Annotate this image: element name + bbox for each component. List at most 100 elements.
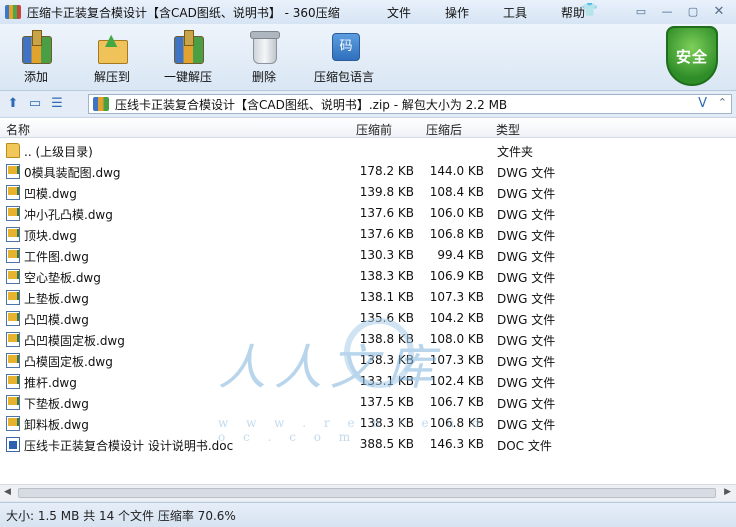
file-type: DWG 文件 (497, 355, 556, 369)
file-row[interactable]: 0模具装配图.dwg 178.2 KB 144.0 KB DWG 文件 (0, 161, 736, 182)
app-icon (5, 5, 21, 19)
title-bar: 压缩卡正装复合模设计【含CAD图纸、说明书】 - 360压缩 文件 操作 工具 … (0, 0, 736, 24)
file-type: DWG 文件 (497, 271, 556, 285)
extract-to-button[interactable]: 解压到 (76, 24, 148, 90)
language-label: 压缩包语言 (313, 70, 374, 84)
dwg-file-icon (6, 185, 20, 200)
file-name: 推杆.dwg (24, 376, 77, 390)
language-button[interactable]: 压缩包语言 (304, 24, 384, 90)
skin-icon[interactable]: 👕 (580, 3, 600, 21)
file-type: DWG 文件 (497, 313, 556, 327)
file-size-before: 138.3 KB (359, 269, 414, 283)
chevron-up-icon[interactable]: ⌃ (718, 96, 727, 109)
file-row[interactable]: .. (上级目录) 文件夹 (0, 140, 736, 161)
language-icon (326, 30, 362, 64)
file-row[interactable]: 空心垫板.dwg 138.3 KB 106.9 KB DWG 文件 (0, 266, 736, 287)
file-size-after: 99.4 KB (437, 248, 484, 262)
add-button[interactable]: 添加 (0, 24, 72, 90)
dwg-file-icon (6, 374, 20, 389)
extract-to-label: 解压到 (93, 70, 130, 84)
file-size-after: 104.2 KB (429, 311, 484, 325)
security-shield-icon[interactable]: 安全 (666, 26, 718, 86)
file-size-before: 133.1 KB (359, 374, 414, 388)
file-row[interactable]: 卸料板.dwg 138.3 KB 106.8 KB DWG 文件 (0, 413, 736, 434)
file-row[interactable]: 工件图.dwg 130.3 KB 99.4 KB DWG 文件 (0, 245, 736, 266)
horizontal-scrollbar[interactable]: ◀ ▶ (0, 484, 736, 501)
file-type: DWG 文件 (497, 229, 556, 243)
file-row[interactable]: 凸凹模.dwg 135.6 KB 104.2 KB DWG 文件 (0, 308, 736, 329)
file-row[interactable]: 冲小孔凸模.dwg 137.6 KB 106.0 KB DWG 文件 (0, 203, 736, 224)
file-name: 卸料板.dwg (24, 418, 89, 432)
file-row[interactable]: 上垫板.dwg 138.1 KB 107.3 KB DWG 文件 (0, 287, 736, 308)
file-size-before: 138.3 KB (359, 416, 414, 430)
dwg-file-icon (6, 248, 20, 263)
file-size-after: 108.0 KB (429, 332, 484, 346)
scroll-right-icon[interactable]: ▶ (724, 487, 731, 497)
file-row[interactable]: 压线卡正装复合模设计 设计说明书.doc 388.5 KB 146.3 KB DOC … (0, 434, 736, 455)
file-size-after: 107.3 KB (429, 353, 484, 367)
column-type[interactable]: 类型 (496, 121, 520, 138)
file-size-after: 108.4 KB (429, 185, 484, 199)
file-name: 冲小孔凸模.dwg (24, 208, 113, 222)
file-size-after: 146.3 KB (429, 437, 484, 451)
dwg-file-icon (6, 416, 20, 431)
file-type: DWG 文件 (497, 376, 556, 390)
dwg-file-icon (6, 269, 20, 284)
menu-file[interactable]: 文件 (383, 4, 415, 21)
file-size-after: 102.4 KB (429, 374, 484, 388)
close-button[interactable]: ✕ (708, 2, 730, 20)
list-view-icon[interactable]: ☰ (48, 95, 66, 113)
file-name: 凸模固定板.dwg (24, 355, 113, 369)
file-type: DWG 文件 (497, 166, 556, 180)
address-field[interactable]: 压线卡正装复合模设计【含CAD图纸、说明书】.zip - 解包大小为 2.2 M… (88, 94, 732, 114)
window-controls: ▭ — ▢ ✕ (630, 2, 730, 20)
scroll-left-icon[interactable]: ◀ (4, 487, 11, 497)
menu-bar: 文件 操作 工具 帮助 (383, 4, 589, 21)
scroll-thumb[interactable] (18, 488, 716, 498)
one-click-extract-label: 一键解压 (163, 70, 212, 84)
minimize-button[interactable]: — (656, 2, 678, 20)
up-arrow-icon[interactable]: ⬆ (4, 95, 22, 113)
file-row[interactable]: 凸模固定板.dwg 138.3 KB 107.3 KB DWG 文件 (0, 350, 736, 371)
dwg-file-icon (6, 311, 20, 326)
address-text: 压线卡正装复合模设计【含CAD图纸、说明书】.zip - 解包大小为 2.2 M… (115, 97, 508, 112)
column-compressed-before[interactable]: 压缩前 (356, 121, 392, 138)
file-type: DWG 文件 (497, 397, 556, 411)
file-name: 凸凹模.dwg (24, 313, 89, 327)
file-row[interactable]: 顶块.dwg 137.6 KB 106.8 KB DWG 文件 (0, 224, 736, 245)
file-row[interactable]: 凸凹模固定板.dwg 138.8 KB 108.0 KB DWG 文件 (0, 329, 736, 350)
file-size-before: 138.8 KB (359, 332, 414, 346)
file-row[interactable]: 推杆.dwg 133.1 KB 102.4 KB DWG 文件 (0, 371, 736, 392)
file-row[interactable]: 凹模.dwg 139.8 KB 108.4 KB DWG 文件 (0, 182, 736, 203)
list-header: 名称 压缩前 压缩后 类型 (0, 118, 736, 138)
toolbar: 添加 解压到 一键解压 删除 压缩包语言 (0, 24, 736, 90)
delete-label: 删除 (251, 70, 276, 84)
one-click-extract-button[interactable]: 一键解压 (152, 24, 224, 90)
view-icon[interactable]: ▭ (26, 95, 44, 113)
file-row[interactable]: 下垫板.dwg 137.5 KB 106.7 KB DWG 文件 (0, 392, 736, 413)
column-name[interactable]: 名称 (6, 121, 30, 138)
security-badge: 安全 (666, 26, 718, 86)
status-bar: 大小: 1.5 MB 共 14 个文件 压缩率 70.6% (0, 502, 736, 527)
file-type: DWG 文件 (497, 292, 556, 306)
column-compressed-after[interactable]: 压缩后 (426, 121, 462, 138)
file-list: 名称 压缩前 压缩后 类型 .. (上级目录) 文件夹 0模具装配图.dwg 178.… (0, 117, 736, 484)
file-size-before: 135.6 KB (359, 311, 414, 325)
delete-icon (246, 30, 282, 64)
delete-button[interactable]: 删除 (228, 24, 300, 90)
address-dropdown-icon[interactable]: V (698, 96, 707, 111)
file-name: 凸凹模固定板.dwg (24, 334, 125, 348)
file-type: 文件夹 (497, 145, 534, 159)
file-size-before: 137.5 KB (359, 395, 414, 409)
menu-icon[interactable]: ▭ (630, 2, 652, 20)
menu-operate[interactable]: 操作 (441, 4, 473, 21)
menu-tools[interactable]: 工具 (499, 4, 531, 21)
add-icon (18, 30, 54, 64)
file-name: 压线卡正装复合模设计 设计说明书.doc (24, 439, 234, 453)
file-type: DWG 文件 (497, 418, 556, 432)
file-size-before: 138.3 KB (359, 353, 414, 367)
restore-button[interactable]: ▢ (682, 2, 704, 20)
file-type: DWG 文件 (497, 187, 556, 201)
file-size-after: 107.3 KB (429, 290, 484, 304)
file-size-before: 137.6 KB (359, 227, 414, 241)
